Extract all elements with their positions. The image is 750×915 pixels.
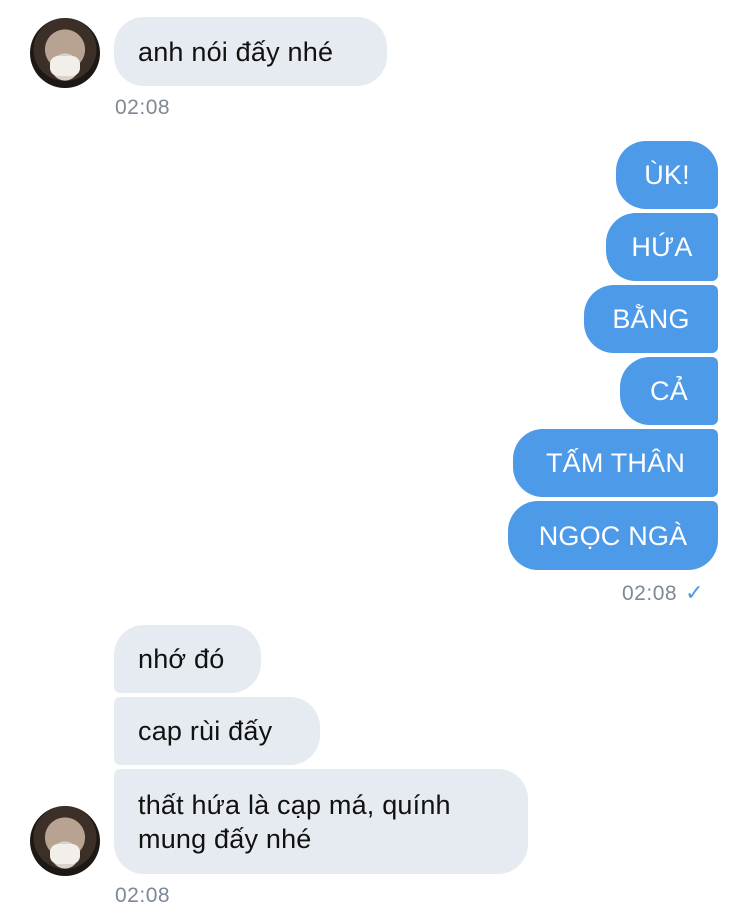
timestamp: 02:08 [115,884,171,907]
message-text: cap rùi đấy [138,716,273,746]
message-text: HỨA [631,232,693,262]
incoming-message[interactable]: thất hứa là cạp má, quính mung đấy nhé [114,769,528,874]
outgoing-message[interactable]: TẤM THÂN [513,429,718,497]
avatar[interactable] [30,18,100,88]
incoming-message[interactable]: anh nói đấy nhé [114,17,387,86]
message-text: BẰNG [612,304,690,334]
avatar[interactable] [30,806,100,876]
check-icon: ✓ [685,580,704,605]
message-text: nhớ đó [138,644,225,674]
outgoing-message[interactable]: NGỌC NGÀ [508,501,718,570]
message-text: CẢ [650,376,688,406]
message-text: anh nói đấy nhé [138,36,334,67]
message-text: TẤM THÂN [545,448,686,478]
incoming-message[interactable]: nhớ đó [114,625,261,693]
message-text: NGỌC NGÀ [538,520,688,551]
timestamp: 02:08 [115,96,171,119]
message-text: ÙK! [644,160,690,190]
timestamp: 02:08 ✓ [622,580,704,606]
outgoing-message[interactable]: CẢ [620,357,718,425]
message-text: thất hứa là cạp má, quính mung đấy nhé [138,789,451,854]
outgoing-message[interactable]: HỨA [606,213,718,281]
timestamp-text: 02:08 [622,582,678,605]
incoming-message[interactable]: cap rùi đấy [114,697,320,765]
outgoing-message[interactable]: BẰNG [584,285,718,353]
outgoing-message[interactable]: ÙK! [616,141,718,209]
mask-shape [50,56,80,76]
mask-shape [50,844,80,864]
